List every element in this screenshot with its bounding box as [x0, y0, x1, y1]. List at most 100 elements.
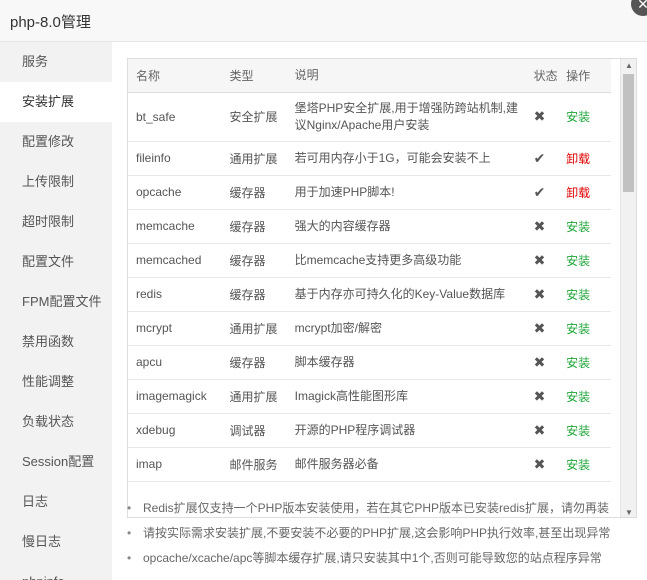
cell-type: 缓存器: [221, 243, 287, 278]
install-button[interactable]: 安装: [558, 277, 611, 312]
cell-name: imap: [128, 447, 222, 482]
cell-desc: 开源的PHP程序调试器: [286, 413, 526, 448]
cell-desc: 强大的内容缓存器: [286, 209, 526, 244]
install-button[interactable]: 安装: [558, 243, 611, 278]
status-not-installed-icon: ✖: [525, 447, 559, 482]
table-header-row: 名称 类型 说明 状态 操作: [128, 59, 611, 93]
status-installed-icon: ✔: [525, 141, 559, 176]
cell-type: 通用扩展: [221, 379, 287, 414]
table-row: apcu 缓存器 脚本缓存器 ✖ 安装: [128, 345, 611, 380]
cell-type: 缓存器: [221, 209, 287, 244]
header-op: 操作: [558, 59, 611, 93]
sidebar-item-fpm-config[interactable]: FPM配置文件: [0, 282, 112, 322]
sidebar-item-load-status[interactable]: 负载状态: [0, 402, 112, 442]
uninstall-button[interactable]: 卸载: [558, 175, 611, 210]
table-row: memcache 缓存器 强大的内容缓存器 ✖ 安装: [128, 209, 611, 244]
cell-name: bt_safe: [128, 92, 222, 142]
cell-name: memcached: [128, 243, 222, 278]
cell-type: 通用扩展: [221, 311, 287, 346]
header-name: 名称: [128, 59, 222, 93]
sidebar-item-slow-log[interactable]: 慢日志: [0, 522, 112, 562]
sidebar: 服务 安装扩展 配置修改 上传限制 超时限制 配置文件 FPM配置文件 禁用函数…: [0, 42, 112, 580]
status-installed-icon: ✔: [525, 175, 559, 210]
cell-name: fileinfo: [128, 141, 222, 176]
table-row: memcached 缓存器 比memcache支持更多高级功能 ✖ 安装: [128, 243, 611, 278]
cell-type: 安全扩展: [221, 92, 287, 142]
status-not-installed-icon: ✖: [525, 92, 559, 142]
note-item: 请按实际需求安装扩展,不要安装不必要的PHP扩展,这会影响PHP执行效率,甚至出…: [127, 521, 642, 546]
cell-name: redis: [128, 277, 222, 312]
cell-name: imagemagick: [128, 379, 222, 414]
cell-desc: 邮件服务器必备: [286, 447, 526, 482]
cell-type: 邮件服务: [221, 447, 287, 482]
install-button[interactable]: 安装: [558, 379, 611, 414]
cell-name: xdebug: [128, 413, 222, 448]
cell-desc: 比memcache支持更多高级功能: [286, 243, 526, 278]
cell-desc: Imagick高性能图形库: [286, 379, 526, 414]
table-row: xdebug 调试器 开源的PHP程序调试器 ✖ 安装: [128, 413, 611, 448]
cell-type: 通用扩展: [221, 141, 287, 176]
cell-desc: 用于加速PHP脚本!: [286, 175, 526, 210]
table-scrollbar[interactable]: ▲ ▼: [620, 59, 636, 517]
status-not-installed-icon: ✖: [525, 345, 559, 380]
sidebar-item-install-extensions[interactable]: 安装扩展: [0, 82, 112, 122]
sidebar-item-disabled-functions[interactable]: 禁用函数: [0, 322, 112, 362]
sidebar-item-log[interactable]: 日志: [0, 482, 112, 522]
note-item: opcache/xcache/apc等脚本缓存扩展,请只安装其中1个,否则可能导…: [127, 546, 642, 571]
status-not-installed-icon: ✖: [525, 243, 559, 278]
sidebar-item-config-file[interactable]: 配置文件: [0, 242, 112, 282]
status-not-installed-icon: ✖: [525, 277, 559, 312]
sidebar-item-performance[interactable]: 性能调整: [0, 362, 112, 402]
status-not-installed-icon: ✖: [525, 413, 559, 448]
close-icon: ✕: [637, 0, 647, 12]
scrollbar-thumb[interactable]: [623, 74, 634, 192]
cell-name: opcache: [128, 175, 222, 210]
header-type: 类型: [221, 59, 287, 93]
table-row: fileinfo 通用扩展 若可用内存小于1G，可能会安装不上 ✔ 卸载: [128, 141, 611, 176]
sidebar-item-upload-limit[interactable]: 上传限制: [0, 162, 112, 202]
table-row: opcache 缓存器 用于加速PHP脚本! ✔ 卸载: [128, 175, 611, 210]
cell-desc: 脚本缓存器: [286, 345, 526, 380]
install-button[interactable]: 安装: [558, 413, 611, 448]
cell-name: memcache: [128, 209, 222, 244]
cell-name: apcu: [128, 345, 222, 380]
install-button[interactable]: 安装: [558, 209, 611, 244]
cell-type: 调试器: [221, 413, 287, 448]
sidebar-item-config-edit[interactable]: 配置修改: [0, 122, 112, 162]
header-status: 状态: [525, 59, 559, 93]
status-not-installed-icon: ✖: [525, 311, 559, 346]
sidebar-item-session-config[interactable]: Session配置: [0, 442, 112, 482]
status-not-installed-icon: ✖: [525, 209, 559, 244]
install-button[interactable]: 安装: [558, 345, 611, 380]
table-row: imap 邮件服务 邮件服务器必备 ✖ 安装: [128, 447, 611, 482]
cell-desc: 若可用内存小于1G，可能会安装不上: [286, 141, 526, 176]
cell-type: 缓存器: [221, 345, 287, 380]
scroll-up-icon[interactable]: ▲: [625, 61, 633, 70]
uninstall-button[interactable]: 卸载: [558, 141, 611, 176]
note-item: Redis扩展仅支持一个PHP版本安装使用，若在其它PHP版本已安装redis扩…: [127, 496, 642, 521]
install-button[interactable]: 安装: [558, 447, 611, 482]
sidebar-item-service[interactable]: 服务: [0, 42, 112, 82]
help-notes: Redis扩展仅支持一个PHP版本安装使用，若在其它PHP版本已安装redis扩…: [127, 496, 642, 571]
cell-type: 缓存器: [221, 175, 287, 210]
cell-name: mcrypt: [128, 311, 222, 346]
install-button[interactable]: 安装: [558, 311, 611, 346]
cell-desc: mcrypt加密/解密: [286, 311, 526, 346]
sidebar-item-timeout-limit[interactable]: 超时限制: [0, 202, 112, 242]
status-not-installed-icon: ✖: [525, 379, 559, 414]
extensions-table-container: 名称 类型 说明 状态 操作 bt_safe 安全扩展 堡塔PHP安全扩展,用于…: [127, 58, 637, 518]
window-titlebar: php-8.0管理: [0, 0, 647, 42]
main-panel: 名称 类型 说明 状态 操作 bt_safe 安全扩展 堡塔PHP安全扩展,用于…: [112, 42, 647, 580]
extensions-table: 名称 类型 说明 状态 操作 bt_safe 安全扩展 堡塔PHP安全扩展,用于…: [128, 59, 611, 482]
table-row: bt_safe 安全扩展 堡塔PHP安全扩展,用于增强防跨站机制,建议Nginx…: [128, 92, 611, 142]
table-row: redis 缓存器 基于内存亦可持久化的Key-Value数据库 ✖ 安装: [128, 277, 611, 312]
cell-desc: 堡塔PHP安全扩展,用于增强防跨站机制,建议Nginx/Apache用户安装: [286, 92, 526, 142]
sidebar-item-phpinfo[interactable]: phpinfo: [0, 562, 112, 580]
table-row: mcrypt 通用扩展 mcrypt加密/解密 ✖ 安装: [128, 311, 611, 346]
window-title: php-8.0管理: [10, 14, 91, 31]
install-button[interactable]: 安装: [558, 92, 611, 142]
cell-desc: 基于内存亦可持久化的Key-Value数据库: [286, 277, 526, 312]
cell-type: 缓存器: [221, 277, 287, 312]
table-row: imagemagick 通用扩展 Imagick高性能图形库 ✖ 安装: [128, 379, 611, 414]
header-desc: 说明: [286, 59, 526, 93]
